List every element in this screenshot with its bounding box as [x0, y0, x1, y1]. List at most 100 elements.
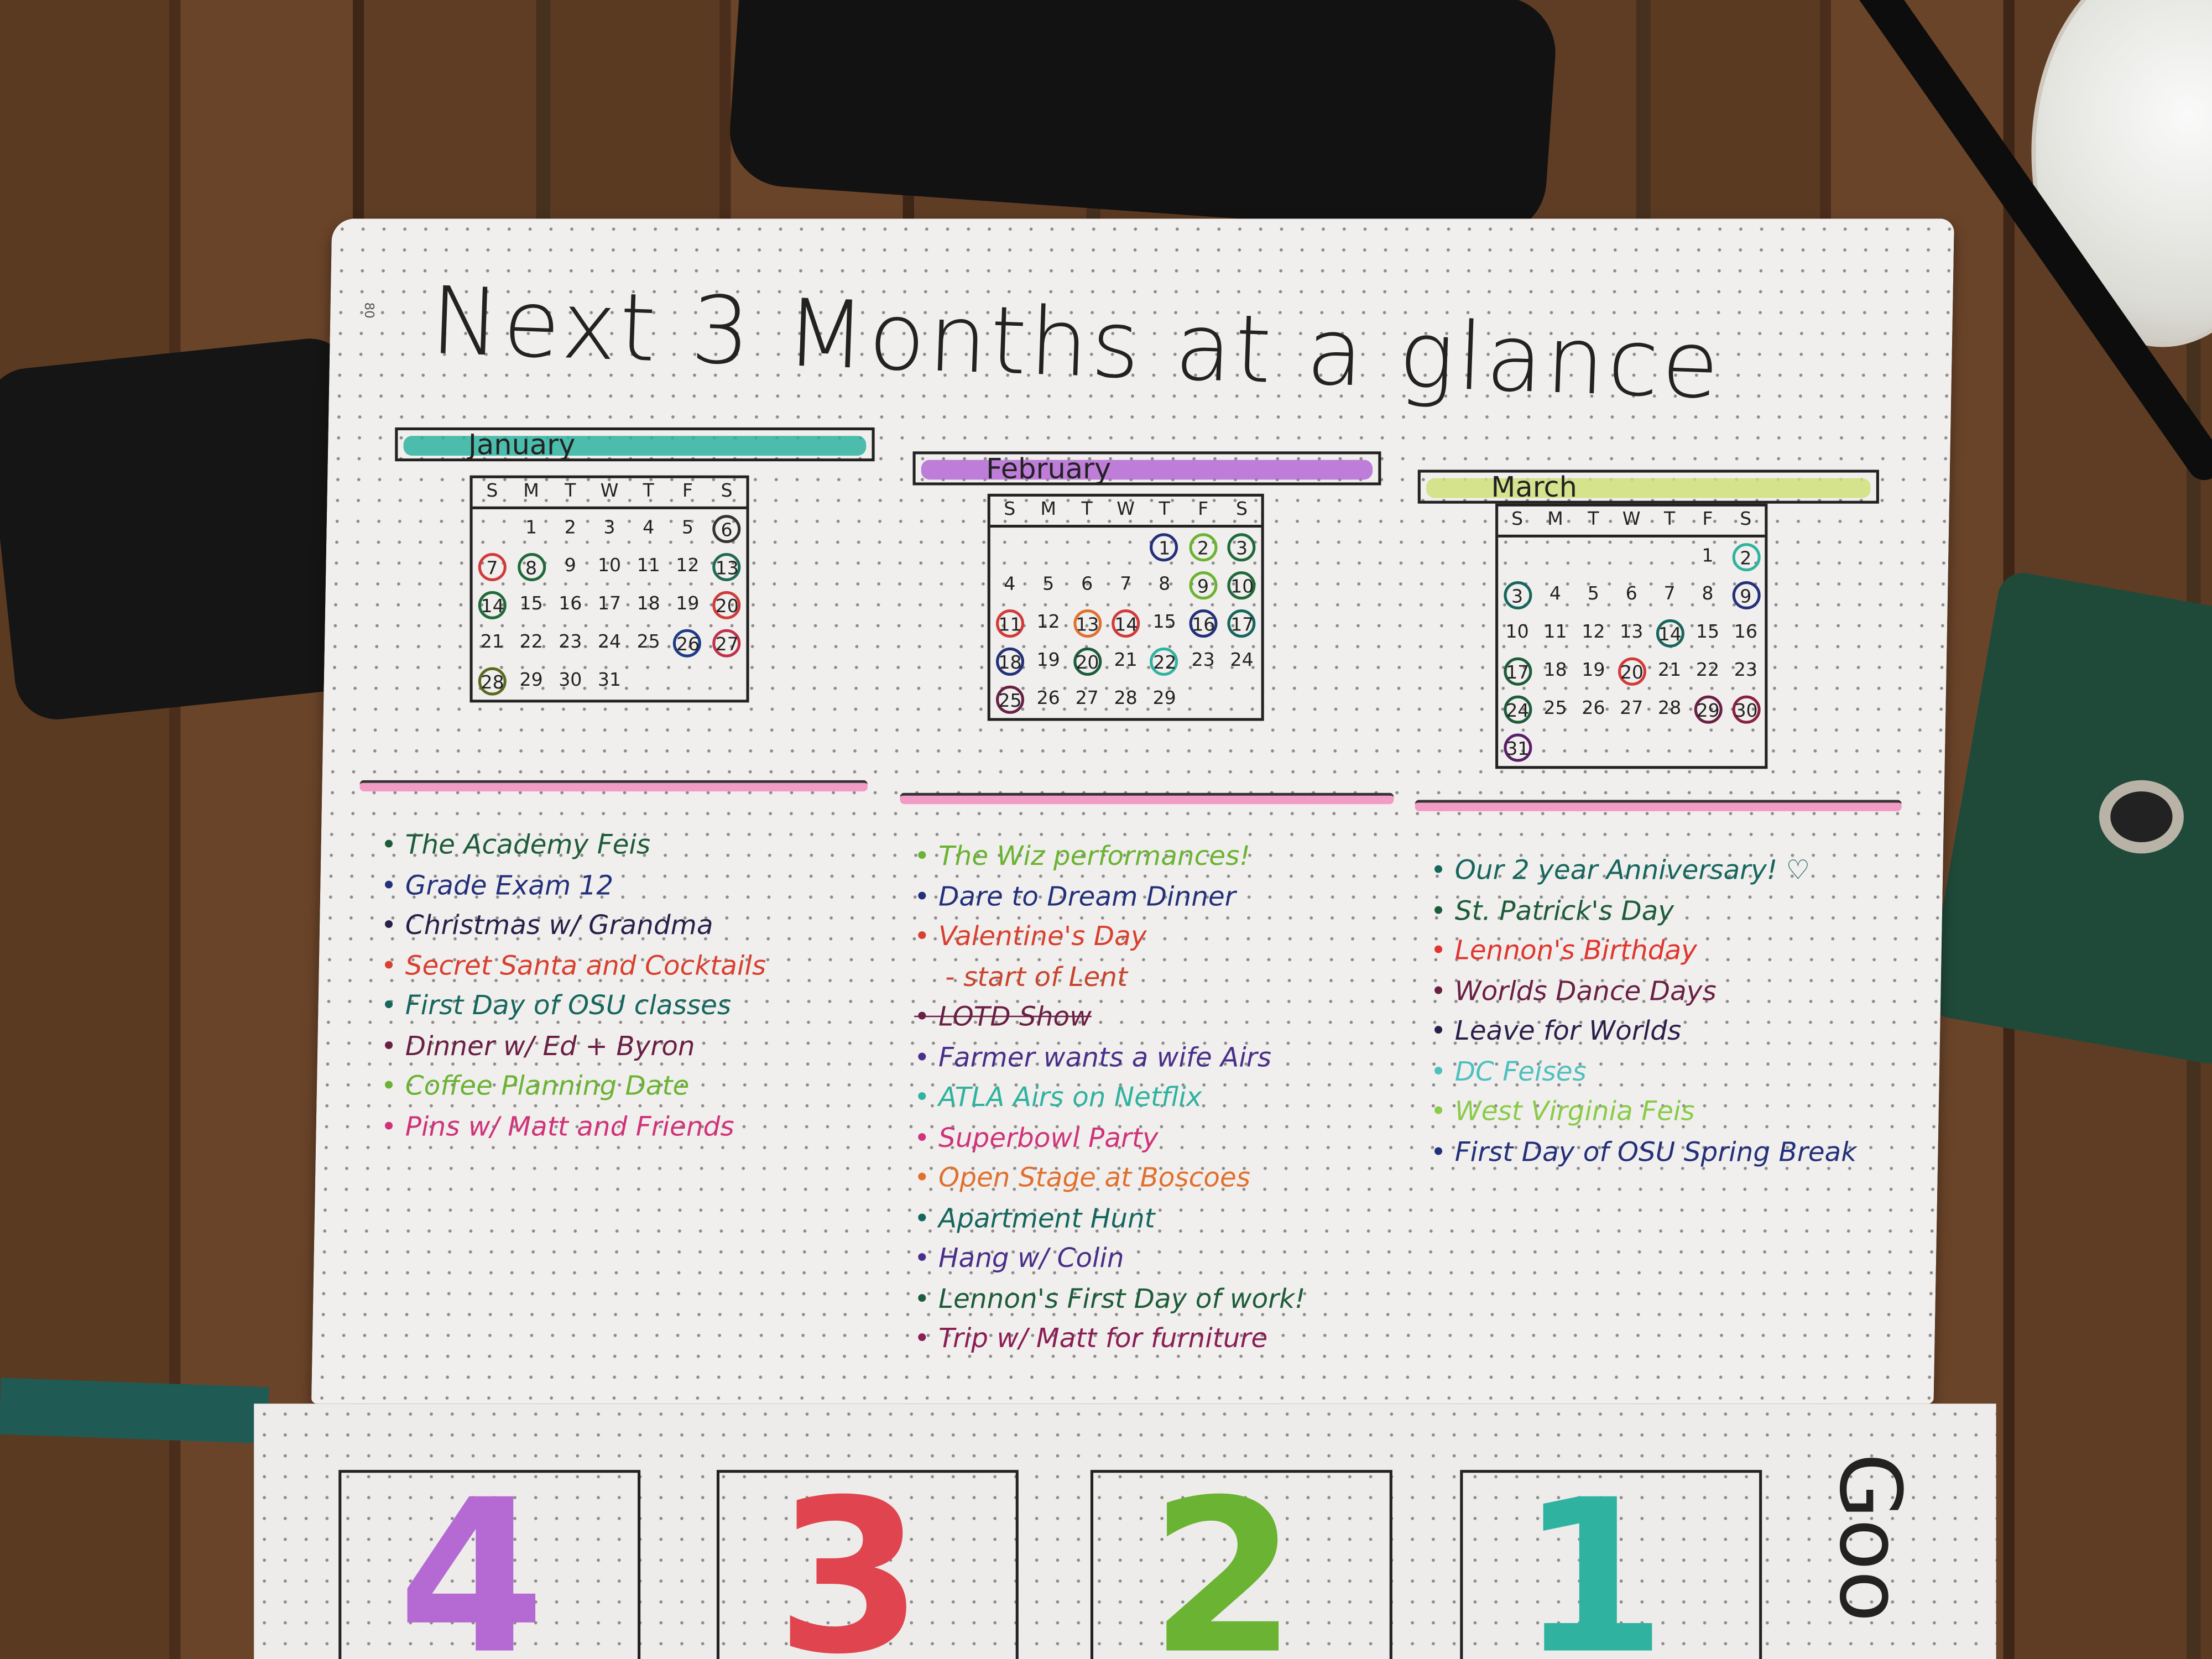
circled-day: 25: [995, 685, 1024, 713]
event-item: DC Feises: [1431, 1052, 1857, 1092]
day-number: 1: [525, 517, 538, 539]
day-number: 11: [1543, 621, 1567, 643]
day-cell: 5: [668, 509, 707, 547]
weekday-label: M: [523, 481, 539, 503]
event-item: Our 2 year Anniversary! ♡: [1431, 851, 1857, 891]
event-item: Valentine's Day: [914, 917, 1306, 957]
weekday-label: S: [1004, 499, 1016, 521]
day-cell: 31: [1498, 728, 1536, 766]
day-cell: 3: [1223, 528, 1261, 566]
day-number: 28: [1114, 687, 1138, 709]
day-number: 21: [1657, 659, 1682, 681]
day-number: 17: [597, 593, 622, 614]
day-cell: 3: [590, 509, 629, 547]
countdown-number: 2: [1150, 1455, 1297, 1659]
glass-of-milk: [2031, 0, 2212, 347]
calendar-march: S M T W T F S 1 2 3 4 5 6 7 8 9 10 11 12 13 14 15 16 17 18 19 20 21…: [1495, 503, 1768, 769]
weekday-label: W: [1622, 509, 1641, 531]
metal-grommet: [2099, 780, 2184, 854]
bookmark-ribbon: [0, 1378, 269, 1444]
weekday-label: S: [721, 481, 733, 503]
day-number: 22: [1695, 659, 1720, 681]
day-number: 19: [676, 593, 700, 614]
circled-day: 6: [712, 514, 741, 542]
calendar-january: S M T W T F S 1 2 3 4 5 6 7 8 9 10 11 12 13 14 15 16 17 18 19 20 21…: [469, 475, 749, 703]
day-number: 18: [1543, 659, 1567, 681]
day-cell: 6: [1613, 576, 1651, 614]
day-number: 6: [1625, 583, 1637, 605]
day-cell: 24: [1223, 642, 1261, 680]
event-item: Dare to Dream Dinner: [914, 877, 1306, 917]
weekday-label: S: [1511, 509, 1524, 531]
day-cell: 23: [1184, 642, 1223, 680]
weekday-label: T: [1663, 509, 1676, 531]
day-number: 28: [1657, 697, 1682, 719]
circled-day: 14: [478, 590, 507, 619]
circled-day: 9: [1189, 570, 1218, 599]
weekday-label: T: [565, 481, 576, 503]
day-cell: 4: [990, 566, 1029, 604]
event-item: First Day of OSU Spring Break: [1431, 1132, 1857, 1172]
day-cell: 7: [473, 547, 512, 586]
day-number: 18: [637, 593, 660, 614]
day-cell: 19: [1029, 642, 1068, 680]
day-cell: 10: [590, 547, 629, 586]
day-cell: 23: [1726, 652, 1765, 690]
day-number: 23: [559, 631, 582, 653]
month-banner-january: January: [395, 427, 875, 462]
event-item: Grade Exam 12: [381, 865, 766, 906]
day-cell: 25: [629, 624, 668, 662]
countdown-box: 1: [1460, 1470, 1762, 1659]
circled-day: 28: [478, 666, 507, 695]
day-number: 9: [564, 555, 576, 577]
day-cell: 12: [1029, 604, 1068, 642]
month-name: January: [468, 427, 576, 462]
event-item: St. Patrick's Day: [1431, 891, 1857, 931]
empty-cell: [990, 528, 1029, 566]
day-cell: 29: [1145, 680, 1184, 718]
day-cell: 20: [707, 586, 747, 624]
day-number: 15: [519, 593, 543, 614]
day-cell: 14: [1107, 604, 1145, 642]
countdown-number: 4: [398, 1455, 545, 1659]
weekday-label: F: [1702, 509, 1713, 531]
empty-cell: [1068, 528, 1107, 566]
day-cell: 24: [1498, 690, 1536, 728]
event-item: Leave for Worlds: [1431, 1011, 1857, 1052]
countdown-number: 1: [1519, 1455, 1667, 1659]
day-cell: 4: [1536, 576, 1574, 614]
circled-day: 26: [673, 628, 702, 657]
day-cell: 15: [512, 586, 551, 624]
day-cell: 12: [668, 547, 707, 586]
event-item: - start of Lent: [945, 961, 1128, 993]
day-cell: 2: [1184, 528, 1223, 566]
day-cell: 29: [512, 661, 551, 700]
weekday-header: SMTWTFS: [472, 478, 747, 509]
circled-day: 29: [1693, 695, 1722, 723]
black-strap: [726, 0, 1559, 240]
circled-day: 20: [1617, 656, 1646, 685]
day-cell: 12: [1574, 614, 1613, 652]
day-cell: 30: [1726, 690, 1765, 728]
countdown-box: 4: [338, 1455, 641, 1659]
day-cell: 7: [1107, 566, 1145, 604]
day-cell: 8: [1145, 566, 1184, 604]
circled-day: 1: [1150, 533, 1179, 561]
event-item: Hang w/ Colin: [914, 1239, 1306, 1279]
day-cell: 25: [1536, 690, 1574, 728]
day-cell: 15: [1145, 604, 1184, 642]
weekday-header: SMTWTFS: [1498, 507, 1765, 538]
day-number: 22: [519, 631, 543, 653]
day-number: 19: [1036, 649, 1060, 671]
weekday-label: T: [643, 481, 654, 503]
weekday-label: W: [600, 481, 619, 503]
day-cell: 2: [1726, 538, 1765, 576]
empty-cell: [1107, 528, 1145, 566]
circled-day: 24: [1503, 695, 1532, 723]
circled-day: 14: [1112, 608, 1140, 637]
circled-day: 20: [712, 590, 741, 619]
day-number: 23: [1734, 659, 1757, 681]
circled-day: 10: [1228, 570, 1256, 599]
month-banner-march: March: [1417, 469, 1879, 504]
day-cell: 17: [1223, 604, 1261, 642]
